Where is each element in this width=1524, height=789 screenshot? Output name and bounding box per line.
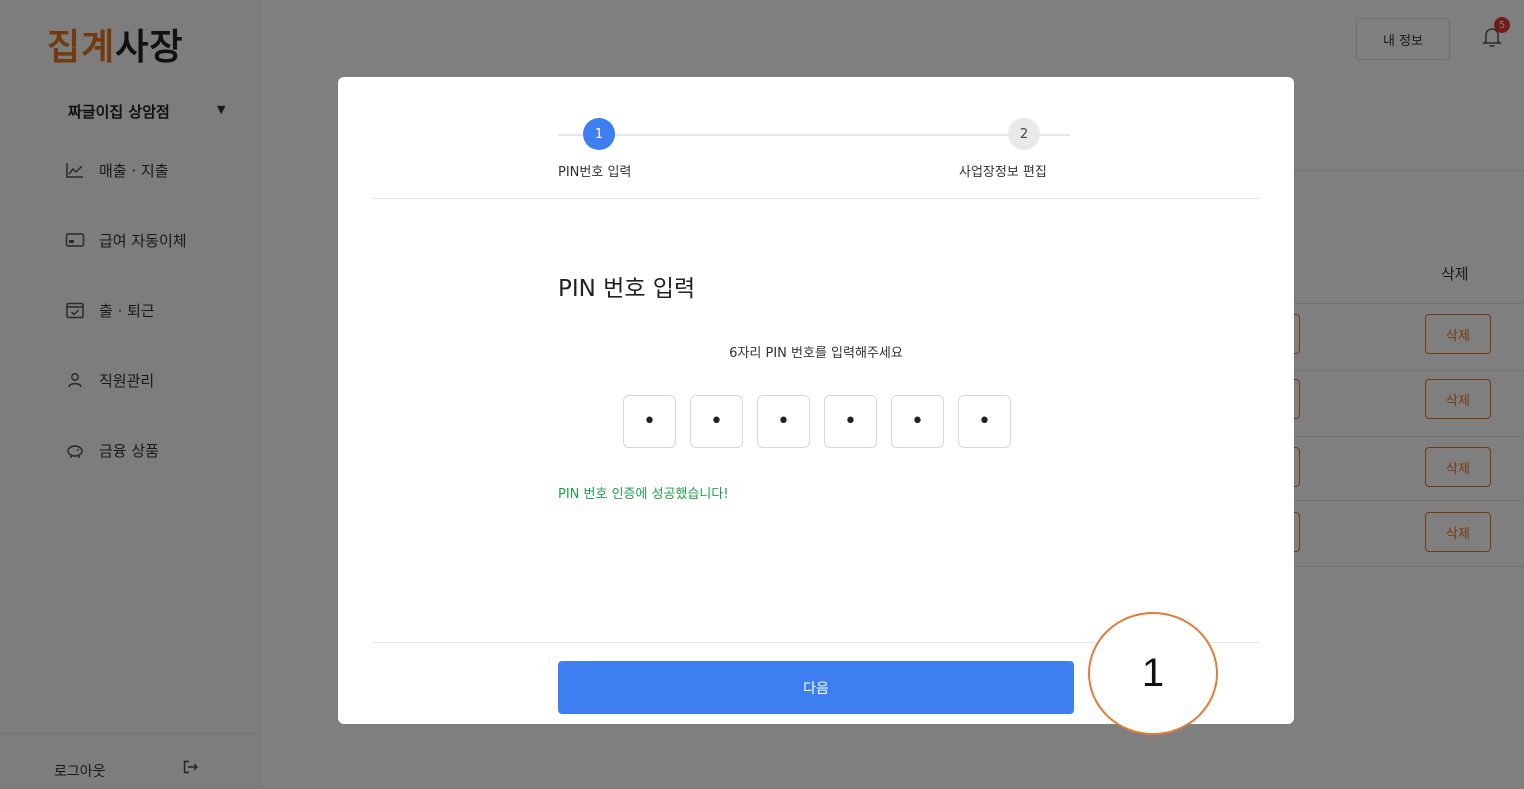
annotation-marker: 1 (1088, 612, 1218, 735)
pin-digit-input[interactable]: • (824, 395, 877, 448)
pin-digit-input[interactable]: • (690, 395, 743, 448)
divider (372, 198, 1260, 199)
pin-input-group: • • • • • • (623, 395, 1011, 448)
stepper-track (558, 134, 1070, 136)
next-button[interactable]: 다음 (558, 661, 1074, 714)
step-1-indicator: 1 (583, 118, 615, 150)
pin-digit-input[interactable]: • (623, 395, 676, 448)
step-2-indicator: 2 (1008, 118, 1040, 150)
section-title: PIN 번호 입력 (558, 276, 696, 302)
pin-digit-input[interactable]: • (757, 395, 810, 448)
step-2-label: 사업장정보 편집 (959, 165, 1047, 180)
step-1-label: PIN번호 입력 (558, 165, 632, 180)
pin-description: 6자리 PIN 번호를 입력해주세요 (729, 346, 903, 361)
pin-digit-input[interactable]: • (958, 395, 1011, 448)
pin-digit-input[interactable]: • (891, 395, 944, 448)
success-message: PIN 번호 인증에 성공했습니다! (558, 487, 729, 502)
